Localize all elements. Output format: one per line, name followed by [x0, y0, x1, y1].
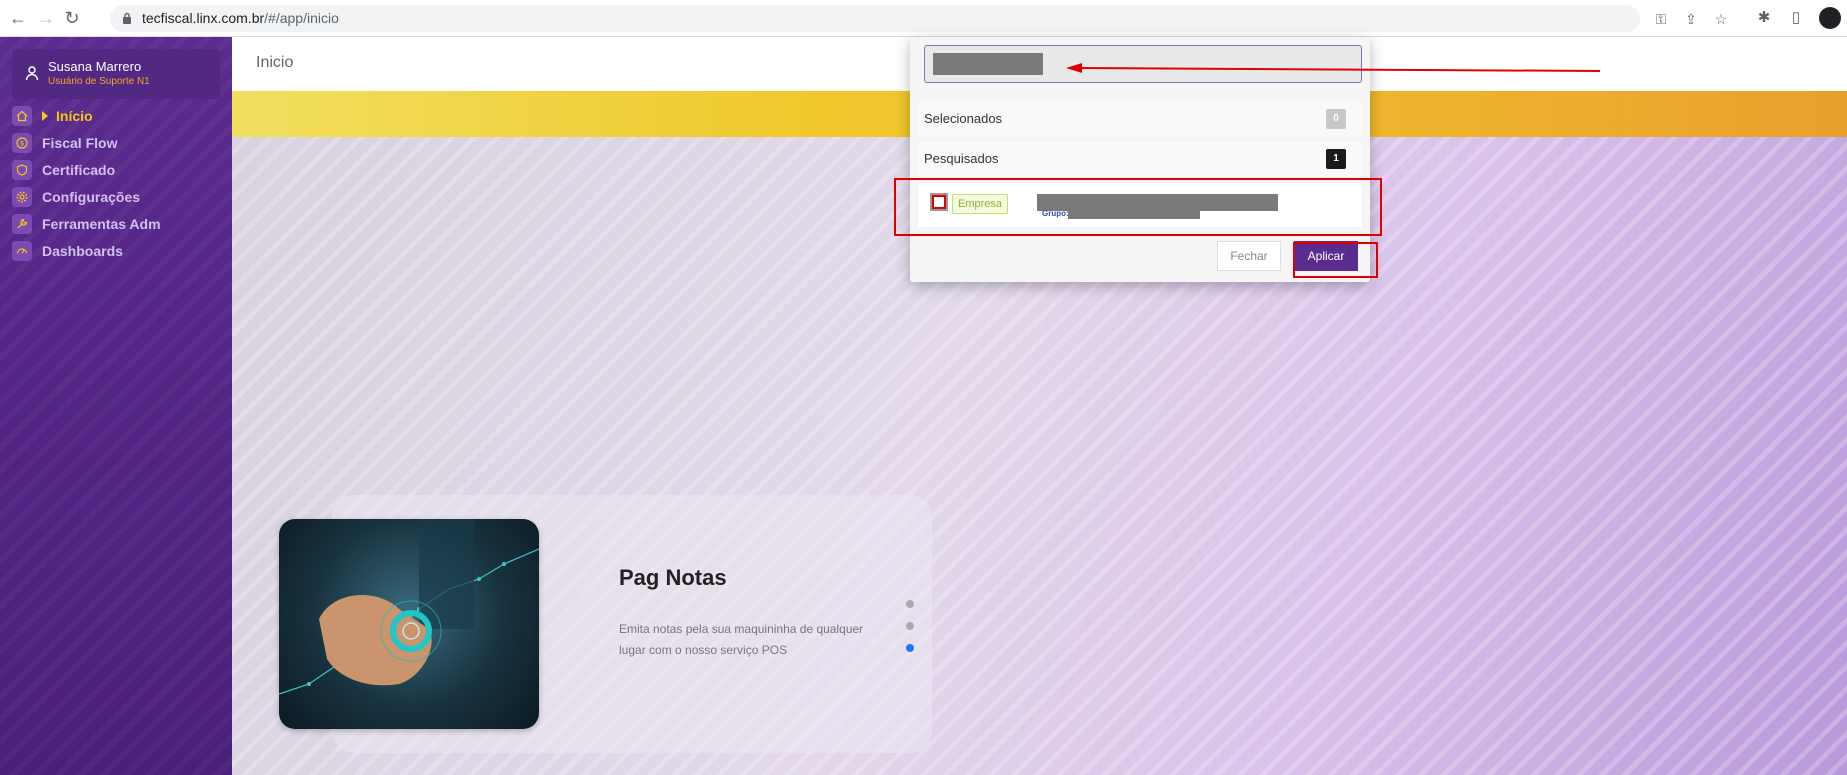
browser-toolbar: ← → ↻ tecfiscal.linx.com.br/#/app/inicio… — [0, 0, 1847, 37]
url-path: /#/app/inicio — [264, 10, 339, 26]
sidebar-item-label: Dashboards — [42, 243, 123, 259]
forward-icon[interactable]: → — [34, 6, 58, 30]
hand-touch-illustration — [279, 519, 539, 695]
selected-count-badge: 0 — [1326, 109, 1346, 129]
address-bar[interactable]: tecfiscal.linx.com.br/#/app/inicio ⚿ ⇪ ☆ — [110, 5, 1727, 32]
url-text: tecfiscal.linx.com.br/#/app/inicio — [142, 10, 339, 26]
reload-icon[interactable]: ↻ — [60, 6, 84, 30]
sidebar-item-inicio[interactable]: Início — [12, 104, 222, 128]
home-icon — [12, 106, 32, 126]
user-card[interactable]: Susana Marrero Usuário de Suporte N1 — [12, 49, 220, 99]
shield-icon — [12, 160, 32, 180]
search-input[interactable] — [924, 45, 1362, 83]
carousel-dot-2[interactable] — [906, 622, 914, 630]
annotation-result-box — [894, 178, 1382, 236]
active-caret-icon — [42, 111, 48, 121]
searched-section[interactable]: Pesquisados 1 — [918, 141, 1362, 177]
sidebar-item-label: Início — [56, 108, 93, 124]
side-panel-icon[interactable]: ▯ — [1786, 8, 1806, 28]
redacted-search-text — [933, 53, 1043, 75]
extensions-icon[interactable]: ✱ — [1754, 8, 1774, 28]
wrench-icon — [12, 214, 32, 234]
annotation-apply-box — [1293, 242, 1378, 278]
user-name: Susana Marrero — [48, 59, 142, 74]
star-icon[interactable]: ☆ — [1712, 10, 1730, 28]
share-icon[interactable]: ⇪ — [1682, 10, 1700, 28]
searched-count-badge: 1 — [1326, 149, 1346, 169]
searched-label: Pesquisados — [924, 151, 999, 166]
svg-text:$: $ — [20, 140, 24, 148]
sidebar-item-fiscal-flow[interactable]: $ Fiscal Flow — [12, 131, 222, 155]
lock-icon — [123, 12, 131, 24]
card-title: Pag Notas — [619, 565, 727, 590]
close-button[interactable]: Fechar — [1217, 241, 1281, 271]
sidebar-item-ferramentas-adm[interactable]: Ferramentas Adm — [12, 212, 222, 236]
url-host: tecfiscal.linx.com.br — [142, 10, 265, 26]
sidebar-item-certificado[interactable]: Certificado — [12, 158, 222, 182]
page-title: Inicio — [256, 54, 294, 71]
carousel-dot-1[interactable] — [906, 600, 914, 608]
selected-label: Selecionados — [924, 111, 1003, 126]
carousel-image — [279, 519, 539, 729]
gear-icon — [12, 187, 32, 207]
sidebar-item-label: Fiscal Flow — [42, 135, 118, 151]
sidebar: Susana Marrero Usuário de Suporte N1 Iní… — [0, 37, 232, 775]
annotation-checkbox-box — [932, 195, 946, 209]
sidebar-item-label: Ferramentas Adm — [42, 216, 161, 232]
sidebar-item-dashboards[interactable]: Dashboards — [12, 239, 222, 263]
sidebar-item-label: Configurações — [42, 189, 141, 205]
user-role: Usuário de Suporte N1 — [48, 76, 150, 87]
gauge-icon — [12, 241, 32, 261]
profile-avatar[interactable] — [1819, 7, 1841, 29]
back-icon[interactable]: ← — [6, 6, 30, 30]
sidebar-item-configuracoes[interactable]: Configurações — [12, 185, 222, 209]
key-icon[interactable]: ⚿ — [1652, 10, 1670, 28]
user-icon — [25, 66, 39, 81]
dollar-icon: $ — [12, 133, 32, 153]
sidebar-item-label: Certificado — [42, 162, 116, 178]
card-description: Emita notas pela sua maquininha de qualq… — [619, 622, 864, 657]
selected-section[interactable]: Selecionados 0 — [918, 101, 1362, 137]
carousel-dot-3[interactable] — [906, 644, 914, 652]
